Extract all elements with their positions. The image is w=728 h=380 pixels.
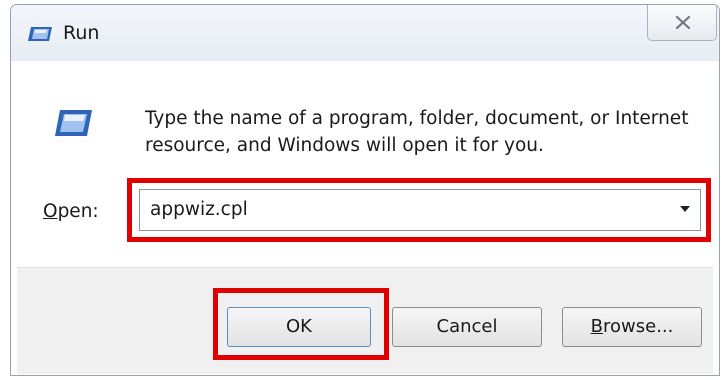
run-icon	[27, 25, 53, 43]
open-label-mnemonic: O	[43, 201, 58, 222]
open-label-rest: pen:	[57, 201, 99, 222]
input-highlight-box	[127, 178, 711, 242]
browse-mnemonic: B	[590, 316, 603, 337]
open-label: Open:	[43, 200, 99, 224]
run-dialog: Run Type the name of a program, folder, …	[10, 4, 720, 376]
ok-highlight-box	[213, 288, 389, 360]
title-bar[interactable]: Run	[11, 5, 719, 61]
close-button[interactable]	[647, 5, 717, 41]
cancel-button[interactable]: Cancel	[392, 307, 542, 347]
dialog-body: Type the name of a program, folder, docu…	[17, 63, 713, 374]
screenshot: Run Type the name of a program, folder, …	[0, 0, 728, 380]
instruction-text: Type the name of a program, folder, docu…	[145, 108, 689, 156]
browse-label-rest: rowse...	[603, 316, 674, 337]
run-icon	[53, 107, 93, 139]
browse-button[interactable]: Browse...	[562, 307, 702, 347]
window-title: Run	[63, 22, 100, 44]
close-icon	[676, 16, 690, 29]
